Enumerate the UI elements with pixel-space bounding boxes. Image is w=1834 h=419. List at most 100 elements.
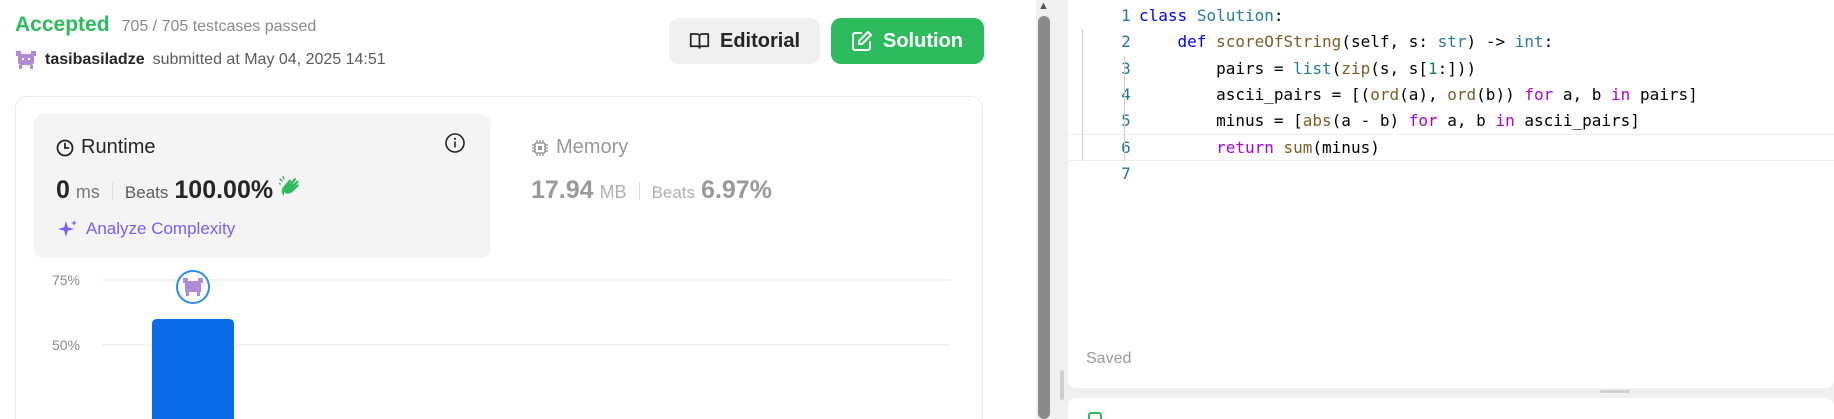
editorial-label: Editorial bbox=[719, 29, 800, 52]
indent-guide bbox=[1124, 55, 1125, 161]
code-token: (s, s[ bbox=[1370, 58, 1428, 78]
submission-info: tasibasiladze submitted at May 04, 2025 … bbox=[15, 50, 386, 70]
code-line[interactable]: 6 return sum(minus) bbox=[1068, 134, 1834, 161]
code-token: :])) bbox=[1437, 58, 1477, 78]
indent-guide bbox=[1082, 29, 1083, 161]
code-token: (self, s: bbox=[1341, 32, 1438, 52]
scroll-up-icon[interactable]: ▲ bbox=[1038, 0, 1049, 12]
code-token: in bbox=[1495, 111, 1515, 131]
clap-icon bbox=[279, 176, 299, 196]
testcase-panel bbox=[1068, 398, 1834, 419]
memory-unit: MB bbox=[599, 182, 627, 202]
code-token: ascii_pairs = [( bbox=[1139, 84, 1371, 104]
code-token: (b)) bbox=[1476, 84, 1525, 104]
code-token: a, b bbox=[1553, 84, 1612, 104]
user-avatar-icon[interactable] bbox=[15, 50, 37, 70]
code-token: Solution bbox=[1196, 6, 1274, 25]
code-token: ( bbox=[1331, 58, 1342, 78]
code-area[interactable]: 1 class Solution: 2 def scoreOfString(self… bbox=[1068, 3, 1834, 187]
code-token: minus = [ bbox=[1139, 111, 1303, 131]
status-row: Accepted 705 / 705 testcases passed bbox=[15, 13, 316, 37]
vertical-resize-handle[interactable] bbox=[1600, 390, 1630, 393]
code-text: minus = [abs(a - b) for a, b in ascii_pa… bbox=[1139, 108, 1640, 134]
code-line[interactable]: 1 class Solution: bbox=[1068, 3, 1834, 29]
code-token: sum bbox=[1283, 138, 1313, 158]
memory-values: 17.94 MB Beats 6.97% bbox=[531, 176, 772, 205]
analyze-complexity-link[interactable]: Analyze Complexity bbox=[58, 219, 235, 239]
runtime-beats-value: 100.00% bbox=[174, 176, 274, 204]
code-editor[interactable]: 1 class Solution: 2 def scoreOfString(self… bbox=[1068, 0, 1834, 388]
sparkle-icon bbox=[58, 220, 77, 237]
code-token: abs bbox=[1302, 111, 1332, 131]
edit-icon bbox=[852, 31, 872, 51]
submitted-at: submitted at May 04, 2025 14:51 bbox=[152, 51, 386, 68]
clock-icon bbox=[56, 139, 74, 156]
code-text: return sum(minus) bbox=[1139, 135, 1380, 161]
code-token: zip bbox=[1341, 58, 1371, 78]
code-token: pairs = bbox=[1139, 58, 1294, 78]
testcases-passed: 705 / 705 testcases passed bbox=[121, 18, 317, 35]
code-line[interactable]: 3 pairs = list(zip(s, s[1:])) bbox=[1068, 56, 1834, 82]
code-token: def bbox=[1177, 32, 1207, 52]
runtime-value: 0 bbox=[56, 176, 70, 204]
memory-value: 17.94 bbox=[531, 176, 594, 204]
divider bbox=[111, 181, 113, 200]
code-token: 1 bbox=[1428, 58, 1438, 78]
code-token: a, b bbox=[1437, 111, 1496, 131]
divider bbox=[638, 181, 640, 200]
code-token: : bbox=[1273, 6, 1284, 25]
username-link[interactable]: tasibasiladze bbox=[45, 51, 145, 69]
testcase-check-icon bbox=[1088, 412, 1102, 419]
chart-bar[interactable] bbox=[152, 319, 234, 419]
editorial-button[interactable]: Editorial bbox=[669, 18, 820, 64]
scrollbar-thumb[interactable] bbox=[1038, 16, 1050, 419]
code-text: pairs = list(zip(s, s[1:])) bbox=[1139, 56, 1476, 82]
code-token: class bbox=[1139, 6, 1188, 25]
code-token: (a - b) bbox=[1331, 111, 1409, 131]
code-token: pairs] bbox=[1630, 84, 1698, 104]
code-line[interactable]: 7 bbox=[1068, 161, 1834, 187]
code-token: ) -> bbox=[1466, 32, 1515, 52]
memory-beats-value: 6.97% bbox=[701, 176, 772, 204]
code-token: for bbox=[1408, 111, 1438, 131]
code-line[interactable]: 5 minus = [abs(a - b) for a, b in ascii_… bbox=[1068, 108, 1834, 134]
memory-label: Memory bbox=[556, 136, 629, 158]
code-text: def scoreOfString(self, s: str) -> int: bbox=[1139, 29, 1554, 55]
code-token: ord bbox=[1447, 84, 1477, 104]
runtime-distribution-chart: 75% 50% bbox=[52, 270, 950, 419]
code-text: class Solution: bbox=[1139, 3, 1284, 29]
code-token: str bbox=[1437, 32, 1467, 52]
code-token: (a), bbox=[1399, 84, 1448, 104]
status-accepted: Accepted bbox=[15, 13, 110, 36]
code-token: (minus) bbox=[1312, 138, 1380, 158]
code-line[interactable]: 2 def scoreOfString(self, s: str) -> int… bbox=[1068, 29, 1834, 55]
runtime-beats-label: Beats bbox=[124, 183, 169, 202]
saved-status: Saved bbox=[1086, 350, 1132, 367]
code-text: ascii_pairs = [(ord(a), ord(b)) for a, b… bbox=[1139, 82, 1698, 108]
solution-button[interactable]: Solution bbox=[831, 18, 984, 64]
memory-title[interactable]: Memory bbox=[531, 136, 628, 159]
runtime-title: Runtime bbox=[56, 136, 155, 159]
code-line[interactable]: 4 ascii_pairs = [(ord(a), ord(b)) for a,… bbox=[1068, 82, 1834, 108]
code-token: ord bbox=[1370, 84, 1400, 104]
info-icon[interactable] bbox=[444, 132, 466, 154]
y-tick-label: 50% bbox=[52, 337, 80, 353]
code-token: return bbox=[1216, 138, 1274, 158]
runtime-values: 0 ms Beats 100.00% bbox=[56, 176, 303, 205]
submission-panel: Accepted 705 / 705 testcases passed tasi… bbox=[0, 0, 1036, 419]
code-token: int bbox=[1514, 32, 1544, 52]
code-token: in bbox=[1611, 84, 1631, 104]
runtime-unit: ms bbox=[75, 182, 100, 202]
code-token: scoreOfString bbox=[1216, 32, 1342, 52]
resize-handle[interactable] bbox=[1060, 370, 1064, 400]
line-number: 7 bbox=[1121, 163, 1131, 183]
code-token: : bbox=[1543, 32, 1554, 52]
code-token: ascii_pairs] bbox=[1514, 111, 1640, 131]
runtime-label: Runtime bbox=[81, 136, 156, 158]
code-token: list bbox=[1293, 58, 1332, 78]
